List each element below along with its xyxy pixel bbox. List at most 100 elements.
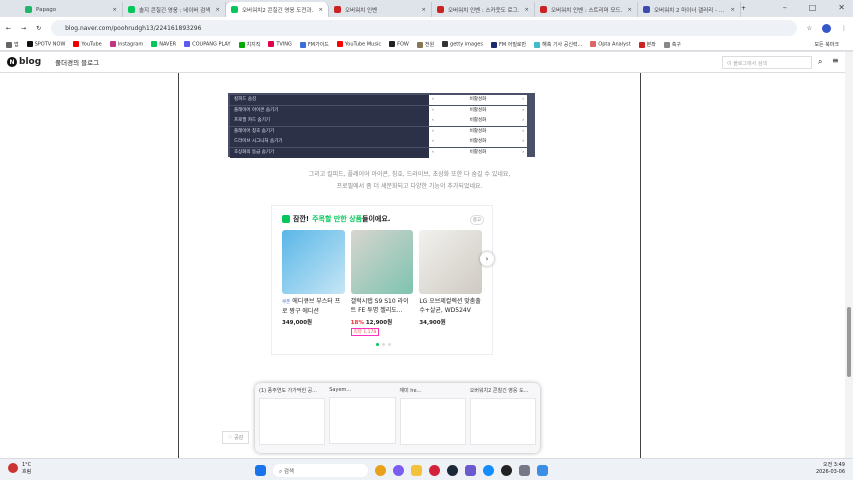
product-card[interactable]: 쿠폰 에디큐브 부스터 프로 짱구 에디션 349,000원 <box>282 230 345 336</box>
blog-search-input[interactable]: 이 블로그에서 검색 <box>722 56 812 69</box>
body-text-2: 프로필에서 좀 더 세분화되고 다양한 기능이 추가되었네요. <box>336 183 483 190</box>
tab-close-icon[interactable]: × <box>627 7 632 13</box>
switcher-tab[interactable]: 재미 he... <box>399 387 466 449</box>
app-icon-2[interactable] <box>465 465 476 476</box>
clock[interactable]: 오전 3:49 2026-03-06 <box>816 462 845 476</box>
search-label: 검색 <box>283 469 294 475</box>
ad-pre: 잠깐! <box>293 215 310 223</box>
bookmark-item[interactable]: NAVER <box>151 41 176 48</box>
back-icon[interactable]: ← <box>6 25 11 32</box>
bookmark-icon <box>109 41 116 48</box>
ad-badge[interactable]: 광고 <box>469 215 484 225</box>
tab[interactable]: 오버워치 2 마이너 갤러리 - ... × <box>638 2 741 17</box>
bookmark-item[interactable]: FM가이드 <box>299 41 329 48</box>
bookmark-item[interactable]: getty images <box>442 41 483 48</box>
like-button[interactable]: ♡ 공감 <box>222 431 250 444</box>
carousel-dots <box>376 343 391 346</box>
switcher-tab[interactable]: (1) 풍주연도 가가막힌 공... <box>259 387 326 449</box>
bookmark-icon <box>73 41 80 48</box>
maximize-button[interactable]: □ <box>809 3 817 12</box>
chrome-icon[interactable] <box>375 465 386 476</box>
bookmark-star-icon[interactable]: ☆ <box>807 25 812 32</box>
tab-close-icon[interactable]: × <box>112 7 117 13</box>
carousel-next-button[interactable]: › <box>480 252 494 266</box>
bookmark-item[interactable]: 본좌 <box>638 41 656 48</box>
product-image[interactable] <box>282 230 345 294</box>
product-name-wrap: LG 오브제컬렉션 맞춤출수+살균, WD524V <box>419 297 482 317</box>
reload-icon[interactable]: ↻ <box>36 25 41 32</box>
bookmark-item[interactable]: 전원 <box>416 41 435 48</box>
tab-close-icon[interactable]: × <box>524 7 529 13</box>
tab-close-icon[interactable]: × <box>421 7 426 13</box>
bookmark-item[interactable]: Opta Analyst <box>590 41 631 48</box>
settings-icon[interactable] <box>519 465 530 476</box>
steam-icon[interactable] <box>447 465 458 476</box>
tab[interactable]: 오버워치 인벤 : 스카웃도 로그... × <box>432 2 535 17</box>
start-icon[interactable] <box>255 465 266 476</box>
tab-title: 오버워치 2 마이너 갤러리 - ... <box>654 7 725 14</box>
setting-value-text: 비활성화 <box>469 118 487 124</box>
all-bookmarks[interactable]: 모든 북마크 <box>814 41 839 48</box>
tab-title: 오버워치2 콘칠긴 영웅 도전과... <box>242 7 315 14</box>
setting-value: ‹ 비활성화 › <box>429 137 527 148</box>
bookmark-item[interactable]: 앱 <box>6 41 19 48</box>
file-explorer-icon[interactable] <box>411 465 422 476</box>
bookmark-item[interactable]: YouTube <box>73 41 102 48</box>
tab[interactable]: 오버워치 인벤 × <box>329 2 432 17</box>
window-controls: – □ ✕ <box>783 3 845 12</box>
bookmark-item[interactable]: Instagram <box>109 41 143 48</box>
minimize-button[interactable]: – <box>783 3 787 12</box>
product-image[interactable] <box>419 230 483 294</box>
url-input[interactable]: blog.naver.com/poohrudgh13/224161893296 <box>51 20 797 36</box>
tab-close-icon[interactable]: × <box>215 7 220 13</box>
bookmark-item[interactable]: COUPANG PLAY <box>184 41 231 48</box>
phone-link-icon[interactable] <box>537 465 548 476</box>
bookmark-label: COUPANG PLAY <box>192 41 231 48</box>
naver-blog-logo[interactable]: Nblog <box>7 57 41 67</box>
hamburger-menu-icon[interactable]: ≡ <box>832 56 839 65</box>
bookmark-item[interactable]: 축구 <box>663 41 681 48</box>
close-window-button[interactable]: ✕ <box>838 3 845 12</box>
battlenet-icon[interactable] <box>483 465 494 476</box>
bookmark-item[interactable]: YouTube Music <box>336 41 381 48</box>
product-card[interactable]: 갤럭시탭 S9 S10 라이트 FE 투명 젤리도... 18% 12,900원 리뷰… <box>350 230 414 336</box>
music-app-icon[interactable] <box>429 465 440 476</box>
bookmark-item[interactable]: SPOTV NOW <box>26 41 65 48</box>
tab[interactable]: 오버워치2 콘칠긴 영웅 도전과... × <box>226 2 329 17</box>
product-price-wrap: 349,000원 <box>282 318 345 326</box>
product-image[interactable] <box>350 230 414 294</box>
setting-value: ‹ 비활성화 › <box>429 105 527 116</box>
menu-icon[interactable]: ⋮ <box>841 25 847 32</box>
taskbar-search[interactable]: ⌕ 검색 <box>273 464 368 477</box>
logo-text: blog <box>19 57 42 67</box>
tab-close-icon[interactable]: × <box>318 7 323 13</box>
tab-close-icon[interactable]: × <box>730 7 735 13</box>
bookmark-item[interactable]: TVING <box>268 41 292 48</box>
profile-avatar[interactable] <box>822 23 831 33</box>
product-card[interactable]: LG 오브제컬렉션 맞춤출수+살균, WD524V 34,900원 <box>419 230 483 336</box>
tab[interactable]: Papago × <box>20 2 123 17</box>
new-tab-button[interactable]: + <box>741 5 746 12</box>
tab[interactable]: 오버워치 인벤 : 스트리머 모드... × <box>535 2 638 17</box>
search-icon[interactable]: ⌕ <box>818 57 822 67</box>
weather-widget[interactable]: 1°C 흐림 <box>8 462 31 476</box>
scrollbar[interactable] <box>845 52 853 458</box>
setting-label: 플레이어 칭호 숨기기 <box>230 126 429 137</box>
setting-label: 프로필 카드 숨기기 <box>230 116 429 127</box>
tab[interactable]: 솔지 콘칠긴 영웅 : 네이버 검색 × <box>123 2 226 17</box>
game-icon[interactable] <box>501 465 512 476</box>
chevron-left-icon: ‹ <box>432 128 434 134</box>
bookmark-item[interactable]: 해축 기사 공신력... <box>534 41 582 48</box>
bookmark-label: 해축 기사 공신력... <box>542 42 583 48</box>
switcher-tab[interactable]: 오버워치2 콘칠긴 영웅 도... <box>469 387 536 449</box>
forward-icon[interactable]: → <box>21 25 26 32</box>
bookmark-label: 전원 <box>424 42 435 48</box>
bookmark-item[interactable]: 치지직 <box>238 41 260 48</box>
blog-name[interactable]: 풀더경의 블로그 <box>55 57 99 67</box>
app-icon[interactable] <box>393 465 404 476</box>
switcher-tab[interactable]: Sayem... <box>329 387 396 449</box>
chevron-right-icon: › <box>522 118 524 124</box>
bookmark-item[interactable]: FOW <box>389 41 409 48</box>
bookmark-item[interactable]: FM 어빌로만 <box>490 41 526 48</box>
weather-desc: 흐림 <box>22 469 32 475</box>
